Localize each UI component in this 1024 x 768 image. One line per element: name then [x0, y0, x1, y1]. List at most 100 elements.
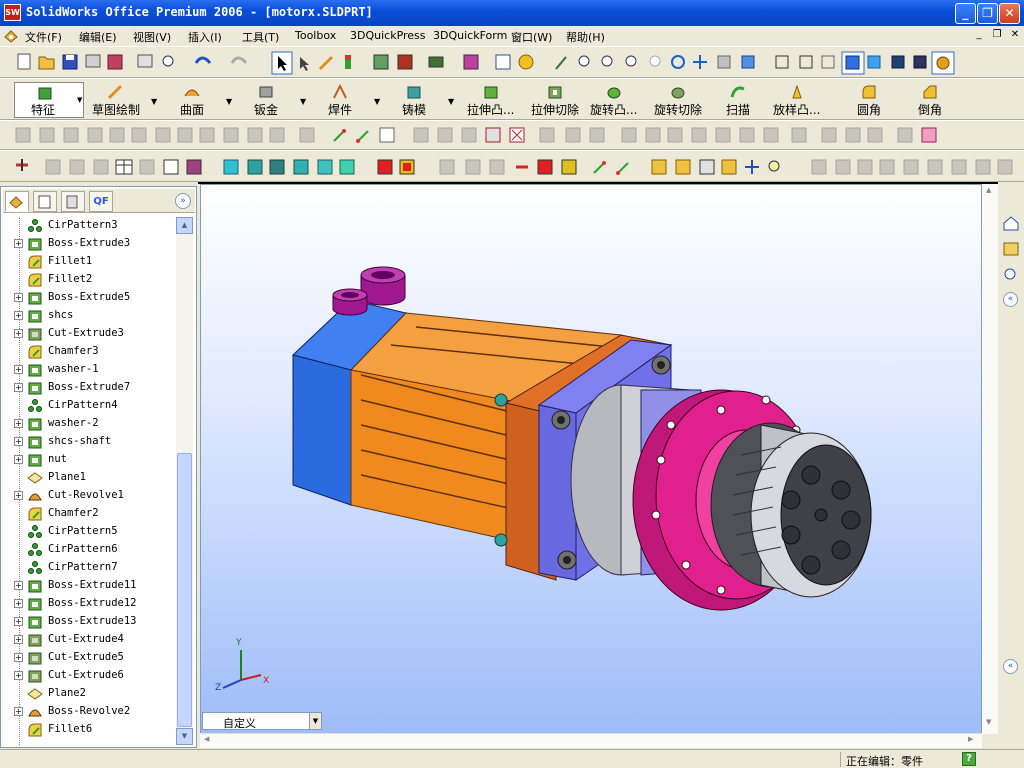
- feature-tree-item[interactable]: + Cut-Extrude3: [3, 325, 175, 343]
- revolved-boss-button[interactable]: 旋转凸...: [590, 82, 637, 118]
- perspective-icon[interactable]: [913, 55, 927, 69]
- file-explorer-icon[interactable]: [1002, 266, 1020, 284]
- graphics-scroll-down-icon[interactable]: ▼: [986, 718, 991, 726]
- color-icon[interactable]: [186, 159, 202, 175]
- expand-toggle-icon[interactable]: +: [14, 383, 23, 392]
- scroll-thumb[interactable]: [177, 453, 192, 727]
- new-file-icon[interactable]: [17, 53, 31, 70]
- feature-tree-item[interactable]: + Cut-Extrude6: [3, 667, 175, 685]
- sketch-relation-icon[interactable]: [333, 129, 346, 142]
- zoom-area-icon[interactable]: [601, 55, 613, 67]
- mdi-restore-button[interactable]: ❐: [990, 29, 1004, 43]
- sheet-metal-button[interactable]: 钣金: [254, 82, 278, 118]
- expand-toggle-icon[interactable]: +: [14, 617, 23, 626]
- layer-3-icon[interactable]: [269, 159, 285, 175]
- expand-toggle-icon[interactable]: +: [14, 581, 23, 590]
- expand-toggle-icon[interactable]: +: [14, 707, 23, 716]
- zoom-fit-icon[interactable]: [578, 55, 590, 67]
- open-icon[interactable]: [38, 56, 55, 70]
- menu-help[interactable]: 帮助(H): [566, 29, 605, 45]
- mdi-minimize-button[interactable]: _: [972, 29, 986, 43]
- entity-2-icon[interactable]: [537, 159, 553, 175]
- pan-icon[interactable]: [693, 55, 707, 69]
- menu-tools[interactable]: 工具(T): [242, 29, 279, 45]
- expand-toggle-icon[interactable]: +: [14, 455, 23, 464]
- mdi-close-button[interactable]: ✕: [1008, 29, 1022, 43]
- grid-icon[interactable]: [373, 54, 389, 70]
- extruded-cut-button[interactable]: 拉伸切除: [531, 82, 579, 118]
- sketch-icon[interactable]: [318, 55, 334, 71]
- layer-4-icon[interactable]: [293, 159, 309, 175]
- expand-toggle-icon[interactable]: +: [14, 437, 23, 446]
- rotate-view-icon[interactable]: [671, 55, 685, 69]
- title-bar[interactable]: SW SolidWorks Office Premium 2006 - [mot…: [0, 0, 1024, 26]
- motor-model[interactable]: Y X Z: [201, 185, 982, 734]
- expand-toggle-icon[interactable]: +: [14, 635, 23, 644]
- sheet-metal-dropdown-icon[interactable]: ▼: [300, 97, 306, 106]
- shaded-edges-icon[interactable]: [841, 51, 865, 75]
- feature-tree-item[interactable]: CirPattern6: [3, 541, 175, 559]
- sketch-relation-2-icon[interactable]: [356, 130, 369, 143]
- bulb-icon[interactable]: [768, 160, 780, 172]
- feature-tree-item[interactable]: Plane2: [3, 685, 175, 703]
- image-icon[interactable]: [485, 127, 501, 143]
- expand-toggle-icon[interactable]: +: [14, 293, 23, 302]
- loft-button[interactable]: 放样凸...: [773, 82, 820, 118]
- section-view-icon[interactable]: [775, 55, 789, 69]
- scroll-down-button[interactable]: ▼: [176, 728, 193, 745]
- tab-quickform[interactable]: QF: [89, 191, 113, 212]
- restore-button[interactable]: ❐: [977, 3, 998, 24]
- feature-tree-item[interactable]: + shcs: [3, 307, 175, 325]
- expand-toggle-icon[interactable]: +: [14, 419, 23, 428]
- menu-toolbox[interactable]: Toolbox: [295, 29, 336, 42]
- feature-tree-item[interactable]: + Cut-Revolve1: [3, 487, 175, 505]
- feature-tree-item[interactable]: CirPattern5: [3, 523, 175, 541]
- 3d-drawing-view-icon[interactable]: [717, 55, 731, 69]
- minimize-button[interactable]: _: [955, 3, 976, 24]
- home-icon[interactable]: [1002, 214, 1020, 232]
- design-library-icon[interactable]: [1002, 240, 1020, 258]
- graphics-scroll-right-icon[interactable]: ▶: [968, 735, 973, 743]
- palette-icon[interactable]: [921, 127, 937, 143]
- expand-toggle-icon[interactable]: +: [14, 491, 23, 500]
- feature-tree-item[interactable]: + Boss-Extrude13: [3, 613, 175, 631]
- sketch-tool-1-icon[interactable]: [16, 159, 28, 171]
- feature-tree-item[interactable]: + Boss-Extrude5: [3, 289, 175, 307]
- shaded-icon[interactable]: [867, 55, 881, 69]
- layer-5-icon[interactable]: [317, 159, 333, 175]
- features-tab-dropdown-icon[interactable]: ▼: [77, 96, 82, 104]
- tab-configuration-manager[interactable]: [61, 191, 85, 212]
- feature-tree-item[interactable]: + washer-1: [3, 361, 175, 379]
- toolbox-3-icon[interactable]: [699, 159, 715, 175]
- task-pane-collapse-icon[interactable]: «: [1003, 292, 1018, 307]
- weldments-button[interactable]: 焊件: [328, 82, 352, 118]
- fillet-button[interactable]: 圆角: [857, 82, 881, 118]
- macro-icon[interactable]: [463, 54, 479, 70]
- graphics-vertical-scrollbar[interactable]: ▲ ▼: [982, 184, 999, 734]
- move-icon[interactable]: [745, 160, 759, 174]
- delete-image-icon[interactable]: [509, 127, 525, 143]
- feature-tree-item[interactable]: CirPattern3: [3, 217, 175, 235]
- menu-window[interactable]: 窗口(W): [511, 29, 552, 45]
- feature-tree-item[interactable]: + Boss-Extrude12: [3, 595, 175, 613]
- view-orient-icon[interactable]: [555, 56, 567, 70]
- zoom-selection-icon[interactable]: [649, 55, 661, 67]
- relation-icon[interactable]: [593, 161, 606, 174]
- weldments-dropdown-icon[interactable]: ▼: [374, 97, 380, 106]
- surfaces-dropdown-icon[interactable]: ▼: [226, 97, 232, 106]
- graphics-horizontal-scrollbar[interactable]: ◀ ▶: [200, 733, 982, 748]
- wireframe-icon[interactable]: [799, 55, 813, 69]
- task-pane-expand-icon[interactable]: «: [1003, 659, 1018, 674]
- red-square-icon[interactable]: [377, 159, 393, 175]
- feature-tree-item[interactable]: Fillet6: [3, 721, 175, 739]
- shadows-icon[interactable]: [891, 55, 905, 69]
- grid-snap-icon[interactable]: [379, 127, 395, 143]
- toolbox-4-icon[interactable]: [721, 159, 737, 175]
- timing-pulley[interactable]: [710, 422, 872, 598]
- feature-tree-item[interactable]: + nut: [3, 451, 175, 469]
- quick-help-icon[interactable]: ?: [962, 752, 976, 766]
- layer-6-icon[interactable]: [339, 159, 355, 175]
- toolbox-1-icon[interactable]: [651, 159, 667, 175]
- solidworks-app-icon[interactable]: SW: [4, 4, 21, 21]
- feature-tree-item[interactable]: + Cut-Extrude4: [3, 631, 175, 649]
